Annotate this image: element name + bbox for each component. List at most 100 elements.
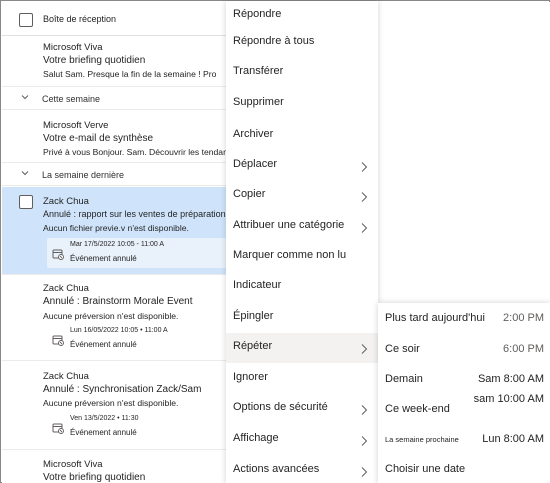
menu-item-label: Supprimer — [233, 96, 284, 108]
chevron-down-icon[interactable] — [21, 169, 29, 177]
list-item[interactable]: Zack Chua Annulé : Synchronisation Zack/… — [2, 362, 234, 450]
event-card[interactable]: Lun 16/05/2022 10:05 • 11:00 A Événement… — [47, 324, 234, 354]
menu-item[interactable]: Ignorer — [226, 364, 378, 394]
menu-item-label: Marquer comme non lu — [233, 249, 347, 261]
event-status: Événement annulé — [70, 254, 137, 263]
menu-item-label: Archiver — [233, 128, 274, 140]
menu-item-label: Répéter — [233, 340, 273, 352]
folder-title: Boîte de réception — [43, 14, 117, 24]
chevron-right-icon — [360, 465, 368, 477]
menu-item[interactable]: Options de sécurité — [226, 394, 378, 424]
group-header-last-week[interactable]: La semaine dernière — [2, 164, 234, 186]
snooze-option-time: Sam 8:00 AM — [477, 373, 544, 385]
event-date: Mar 17/5/2022 10:05 - 11:00 A — [70, 241, 165, 248]
event-card[interactable]: Mar 17/5/2022 10:05 - 11:00 A Événement … — [47, 238, 234, 268]
group-label: La semaine dernière — [42, 170, 125, 180]
event-date: Ven 13/5/2022 • 11:30 — [70, 415, 139, 422]
message-preview: Privé à vous Bonjour. Sam. Découvrir les… — [43, 147, 234, 157]
snooze-option-label: Ce week-end — [385, 403, 450, 415]
menu-item[interactable]: Attribuer une catégorie — [226, 212, 378, 242]
snooze-option[interactable]: La semaine prochaine Lun 8:00 AM — [378, 425, 550, 455]
menu-item-label: Affichage — [233, 432, 279, 444]
message-sender: Microsoft Verve — [43, 120, 109, 131]
window-frame: Boîte de réception Microsoft Viva Votre … — [0, 0, 550, 483]
reading-pane — [378, 2, 550, 303]
calendar-cancel-icon — [52, 421, 64, 434]
snooze-option-time: sam 10:00 AM — [473, 393, 544, 405]
menu-item-label: Options de sécurité — [233, 401, 328, 413]
snooze-option[interactable]: Demain Sam 8:00 AM — [378, 365, 550, 395]
event-status: Événement annulé — [70, 340, 137, 349]
snooze-option-label: Ce soir — [385, 343, 420, 355]
message-sender: Microsoft Viva — [43, 42, 103, 53]
list-item[interactable]: Microsoft Viva Votre briefing quotidien … — [2, 37, 234, 87]
message-subject: Votre e-mail de synthèse — [43, 133, 154, 144]
menu-item[interactable]: Actions avancées — [226, 456, 378, 483]
snooze-submenu: Plus tard aujourd'hui 2:00 PM Ce soir 6:00 … — [378, 303, 550, 483]
chevron-right-icon — [360, 221, 368, 233]
message-subject: Votre briefing quotidien — [43, 55, 146, 66]
menu-item-label: Déplacer — [233, 158, 278, 170]
message-sender: Zack Chua — [43, 283, 89, 294]
event-date: Lun 16/05/2022 10:05 • 11:00 A — [70, 327, 168, 334]
chevron-right-icon — [360, 403, 368, 415]
message-subject: Annulé : Synchronisation Zack/Sam — [43, 384, 202, 395]
snooze-option-label: Demain — [385, 373, 423, 385]
calendar-cancel-icon — [52, 247, 64, 260]
chevron-right-icon — [360, 342, 368, 354]
menu-item-label: Répondre à tous — [233, 35, 315, 47]
menu-item[interactable]: Répondre à tous — [226, 28, 378, 58]
snooze-option-label: Choisir une date — [385, 463, 466, 475]
snooze-option-time: 2:00 PM — [503, 312, 544, 324]
menu-item[interactable]: Archiver — [226, 121, 378, 151]
chevron-right-icon — [360, 160, 368, 172]
chevron-down-icon[interactable] — [21, 93, 29, 101]
list-item[interactable]: Zack Chua Annulé : Brainstorm Morale Eve… — [2, 276, 234, 361]
menu-item-label: Copier — [233, 188, 266, 200]
menu-item[interactable]: Transférer — [226, 58, 378, 88]
message-checkbox[interactable] — [19, 195, 33, 209]
menu-item[interactable]: Affichage — [226, 425, 378, 455]
menu-item-label: Épingler — [233, 310, 274, 322]
message-list: Boîte de réception Microsoft Viva Votre … — [2, 2, 234, 483]
message-subject: Annulé : Brainstorm Morale Event — [43, 296, 193, 307]
select-all-checkbox[interactable] — [19, 13, 33, 27]
menu-item[interactable]: Supprimer — [226, 89, 378, 119]
menu-item-label: Répondre — [233, 8, 282, 20]
menu-item[interactable]: Indicateur — [226, 272, 378, 302]
list-item-selected[interactable]: Zack Chua Annulé : rapport sur les vente… — [2, 187, 234, 275]
menu-item-label: Attribuer une catégorie — [233, 219, 345, 231]
group-header-this-week[interactable]: Cette semaine — [2, 88, 234, 110]
snooze-option[interactable]: Plus tard aujourd'hui 2:00 PM — [378, 304, 550, 334]
menu-item[interactable]: Marquer comme non lu — [226, 242, 378, 272]
menu-item[interactable]: Déplacer — [226, 151, 378, 181]
message-preview: Aucun fichier previe.v n'est disponible. — [43, 223, 189, 233]
chevron-right-icon — [360, 190, 368, 202]
event-status: Événement annulé — [70, 428, 137, 437]
snooze-option-label: Plus tard aujourd'hui — [385, 312, 485, 324]
menu-item[interactable]: Épingler — [226, 303, 378, 333]
list-header: Boîte de réception — [2, 2, 234, 36]
message-subject: Votre briefing quotidien — [43, 472, 146, 483]
menu-item-label: Transférer — [233, 65, 284, 77]
list-item[interactable]: Microsoft Verve Votre e-mail de synthèse… — [2, 110, 234, 163]
chevron-right-icon — [360, 434, 368, 446]
calendar-cancel-icon — [52, 333, 64, 346]
context-menu: Répondre Répondre à tous Transférer Supprim… — [226, 1, 378, 483]
snooze-option-label: La semaine prochaine — [385, 435, 459, 444]
message-sender: Zack Chua — [43, 196, 89, 207]
snooze-option-time: 6:00 PM — [503, 343, 544, 355]
snooze-option[interactable]: Ce soir 6:00 PM — [378, 335, 550, 365]
menu-item-label: Indicateur — [233, 279, 282, 291]
snooze-option[interactable]: Ce week-end sam 10:00 AM — [378, 393, 550, 425]
message-sender: Zack Chua — [43, 371, 89, 382]
menu-item[interactable]: Copier — [226, 181, 378, 211]
snooze-option[interactable]: Choisir une date — [378, 455, 550, 483]
message-preview: Aucune préversion n'est disponible. — [43, 311, 179, 321]
event-card[interactable]: Ven 13/5/2022 • 11:30 Événement annulé — [47, 412, 234, 442]
list-item[interactable]: Microsoft Viva Votre briefing quotidien — [2, 451, 234, 483]
snooze-option-time: Lun 8:00 AM — [482, 433, 544, 445]
menu-item[interactable]: Répondre — [226, 1, 378, 31]
message-preview: Aucune préversion n'est disponible. — [43, 398, 179, 408]
menu-item[interactable]: Répéter — [226, 333, 378, 363]
